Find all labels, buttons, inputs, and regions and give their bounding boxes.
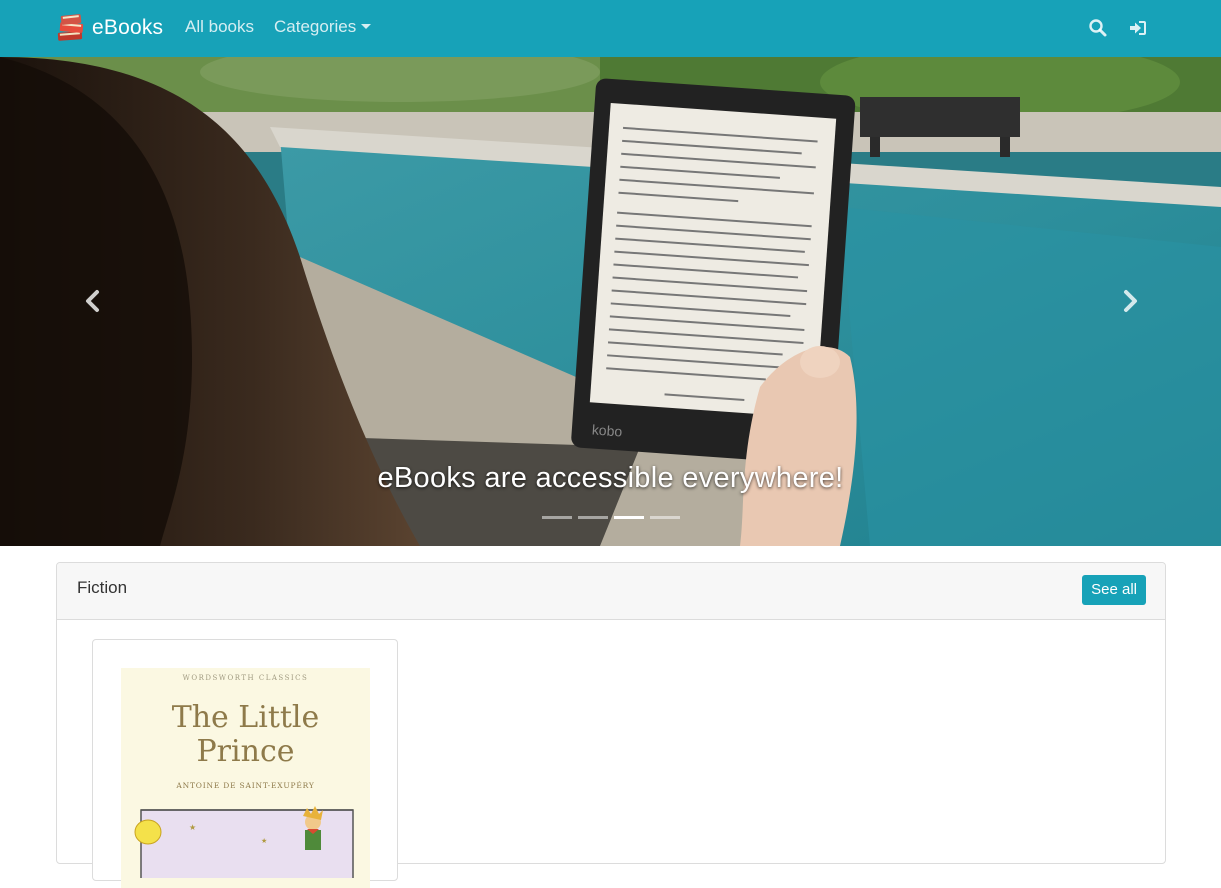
carousel-caption: eBooks are accessible everywhere! [377, 462, 844, 494]
book-stack-logo-icon [57, 14, 84, 41]
carousel-next-icon[interactable] [1115, 283, 1145, 319]
carousel-indicator-4[interactable] [650, 516, 680, 519]
see-all-button[interactable]: See all [1082, 575, 1146, 605]
svg-text:★: ★ [261, 837, 267, 845]
book-card[interactable]: WORDSWORTH CLASSICS The Little Prince ANT… [92, 639, 398, 888]
brand-link[interactable]: eBooks [55, 12, 163, 44]
category-title: Fiction [77, 578, 128, 597]
cover-title: The Little Prince [171, 700, 320, 769]
nav-categories-dropdown[interactable]: Categories [274, 17, 372, 37]
carousel-indicator-3[interactable] [614, 516, 644, 519]
caret-down-icon [361, 24, 372, 29]
navbar: eBooks All books Categories [0, 0, 1221, 57]
carousel-indicators [542, 516, 680, 519]
search-icon[interactable] [1088, 18, 1108, 38]
cover-author: ANTOINE DE SAINT-EXUPÉRY [176, 781, 315, 790]
carousel-indicator-1[interactable] [542, 516, 572, 519]
brand-name: eBooks [92, 16, 164, 39]
cover-illustration: ★ ★ [134, 806, 354, 878]
nav-all-books[interactable]: All books [185, 17, 254, 37]
nav-categories-label: Categories [274, 17, 357, 36]
hero-carousel: kobo eBooks are accessible everywhere! [0, 57, 1221, 546]
carousel-indicator-2[interactable] [578, 516, 608, 519]
book-cover-image[interactable]: WORDSWORTH CLASSICS The Little Prince ANT… [121, 668, 370, 888]
card-header: Fiction See all [57, 563, 1165, 620]
login-icon[interactable] [1128, 18, 1148, 38]
carousel-prev-icon[interactable] [78, 283, 108, 319]
cover-series: WORDSWORTH CLASSICS [182, 674, 309, 682]
svg-text:kobo: kobo [591, 421, 623, 439]
svg-text:★: ★ [189, 823, 196, 832]
category-card-fiction: Fiction See all WORDSWORTH CLASSICS The … [56, 562, 1166, 888]
